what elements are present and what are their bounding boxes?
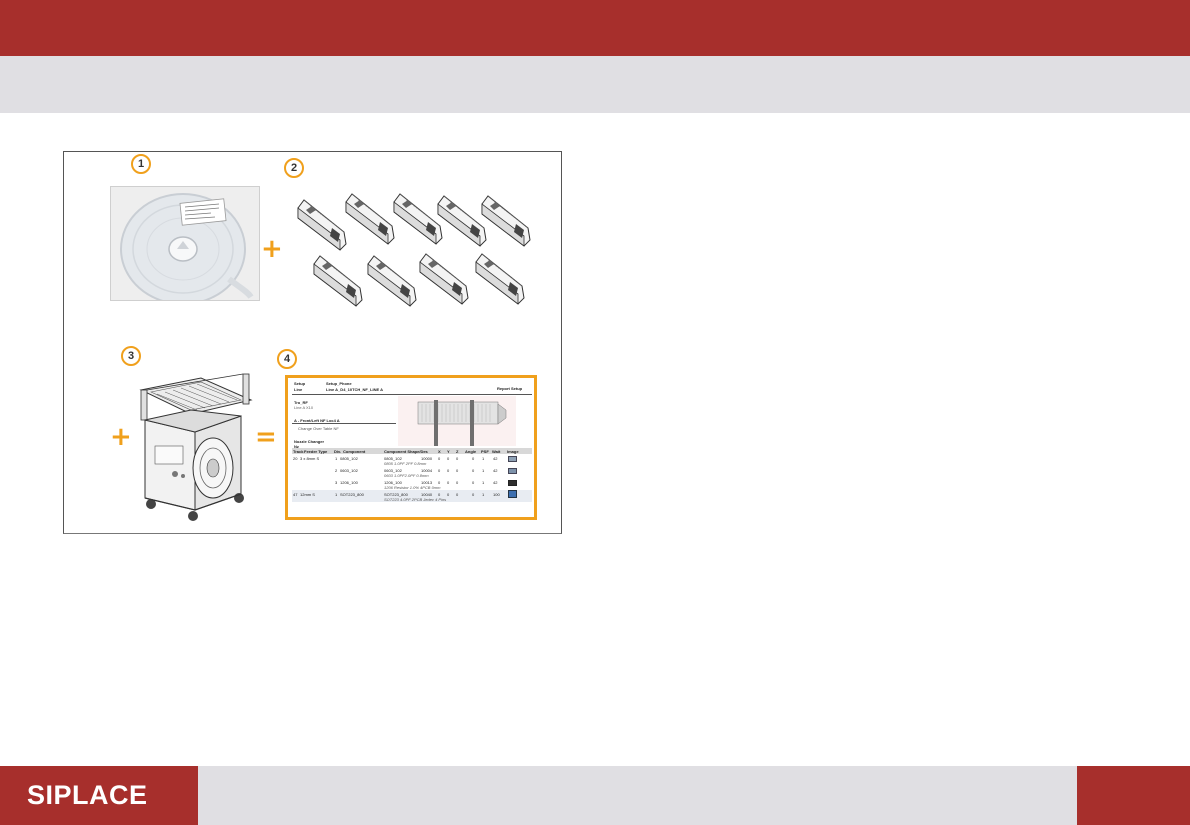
- row-1-wait: 42: [493, 456, 498, 461]
- row-1-angle: 0: [472, 456, 475, 461]
- step-4-marker: 4: [277, 349, 297, 369]
- footer-bar: SIPLACE: [0, 766, 1190, 825]
- top-header-bar: [0, 0, 1190, 56]
- footer-right-block: [1077, 766, 1190, 825]
- row-4-angle: 0: [472, 492, 475, 497]
- setup-report-document: Setup Setup_Phone Line Line A_D4_10TCH_N…: [285, 375, 537, 520]
- row-1-div: 1: [335, 456, 338, 461]
- row-4-feeder: 12mm S: [300, 492, 315, 497]
- col-feeder-type: Feeder Type: [304, 449, 328, 454]
- row-2-comp: 0603_102: [340, 468, 358, 473]
- component-image-icon: [508, 490, 517, 498]
- col-y: Y: [447, 449, 450, 454]
- col-x: X: [438, 449, 441, 454]
- report-line-value: Line A_D4_10TCH_NF_LINE A: [326, 387, 384, 392]
- row-1-psf: 1: [482, 456, 485, 461]
- row-4-div: 1: [335, 492, 338, 497]
- table-row: 47: [293, 492, 298, 497]
- row-4-comp: SOT223_800: [340, 492, 364, 497]
- row-4-y: 0: [447, 492, 450, 497]
- report-location-rule: [292, 423, 396, 424]
- row-4-desc: SOT223 4.0PF 2PCB Jedec 4 Pins: [384, 497, 447, 502]
- row-2-y: 0: [447, 468, 450, 473]
- row-3-comp: 1206_100: [340, 480, 358, 485]
- col-psf: PSF: [481, 449, 489, 454]
- row-4-z: 0: [456, 492, 459, 497]
- component-image-icon: [508, 480, 517, 486]
- report-line-label: Line: [294, 387, 303, 392]
- plus-sign-2: +: [110, 422, 132, 452]
- row-1-y: 0: [447, 456, 450, 461]
- row-3-y: 0: [447, 480, 450, 485]
- siplace-logo: SIPLACE: [27, 780, 148, 810]
- report-setup-value: Setup_Phone: [326, 381, 352, 386]
- row-1-feeder: 3 x 8mm S: [300, 456, 320, 461]
- row-3-psf: 1: [482, 480, 485, 485]
- table-row: 2: [335, 468, 338, 473]
- col-angle: Angle: [465, 449, 477, 454]
- report-header-rule: [292, 394, 532, 395]
- component-reel-icon: [111, 187, 259, 300]
- setup-figure: 1 + 2 3 + = 4 Setup Setup_Phone Line Lin…: [63, 151, 562, 534]
- row-4-psf: 1: [482, 492, 485, 497]
- brand-block: SIPLACE: [0, 766, 198, 825]
- row-2-psf: 1: [482, 468, 485, 473]
- col-track: Track: [293, 449, 304, 454]
- component-image-icon: [508, 456, 517, 462]
- trolley-schematic-icon: [398, 396, 516, 446]
- component-image-icon: [508, 468, 517, 474]
- row-2-z: 0: [456, 468, 459, 473]
- step-3-marker: 3: [121, 346, 141, 366]
- row-3-z: 0: [456, 480, 459, 485]
- report-location-sub: Change Over Table NF: [298, 426, 339, 431]
- feeder-modules-icon: [297, 193, 531, 307]
- report-setup-link: Report Setup: [497, 386, 523, 391]
- row-3-wait: 42: [493, 480, 498, 485]
- title-bar: [0, 56, 1190, 113]
- feeder-trolley-icon: [139, 373, 253, 521]
- table-row: 20: [293, 456, 298, 461]
- report-setup-label: Setup: [294, 381, 306, 386]
- row-2-desc: 0603 1.0PF2.0PF 0.8mm: [384, 473, 429, 478]
- table-row: 3: [335, 480, 338, 485]
- row-2-angle: 0: [472, 468, 475, 473]
- step-2-marker: 2: [284, 158, 304, 178]
- row-1-comp: 0805_102: [340, 456, 358, 461]
- row-1-desc: 0805 1.0PF 2PF 0.8mm: [384, 461, 427, 466]
- col-z: Z: [456, 449, 459, 454]
- component-reel-photo: [110, 186, 260, 301]
- col-component-shape: Component Shape/Des: [384, 449, 428, 454]
- row-3-angle: 0: [472, 480, 475, 485]
- col-component: Component: [343, 449, 366, 454]
- row-4-wait: 100: [493, 492, 500, 497]
- plus-sign-1: +: [261, 234, 283, 264]
- col-div: Div.: [334, 449, 342, 454]
- step-1-marker: 1: [131, 154, 151, 174]
- row-2-wait: 42: [493, 468, 498, 473]
- equals-sign: =: [255, 422, 277, 452]
- report-trolley-sub: Line A X10: [294, 405, 314, 410]
- row-1-z: 0: [456, 456, 459, 461]
- row-2-x: 0: [438, 468, 441, 473]
- col-wait: Wait: [492, 449, 501, 454]
- col-image: Image: [507, 449, 519, 454]
- row-1-x: 0: [438, 456, 441, 461]
